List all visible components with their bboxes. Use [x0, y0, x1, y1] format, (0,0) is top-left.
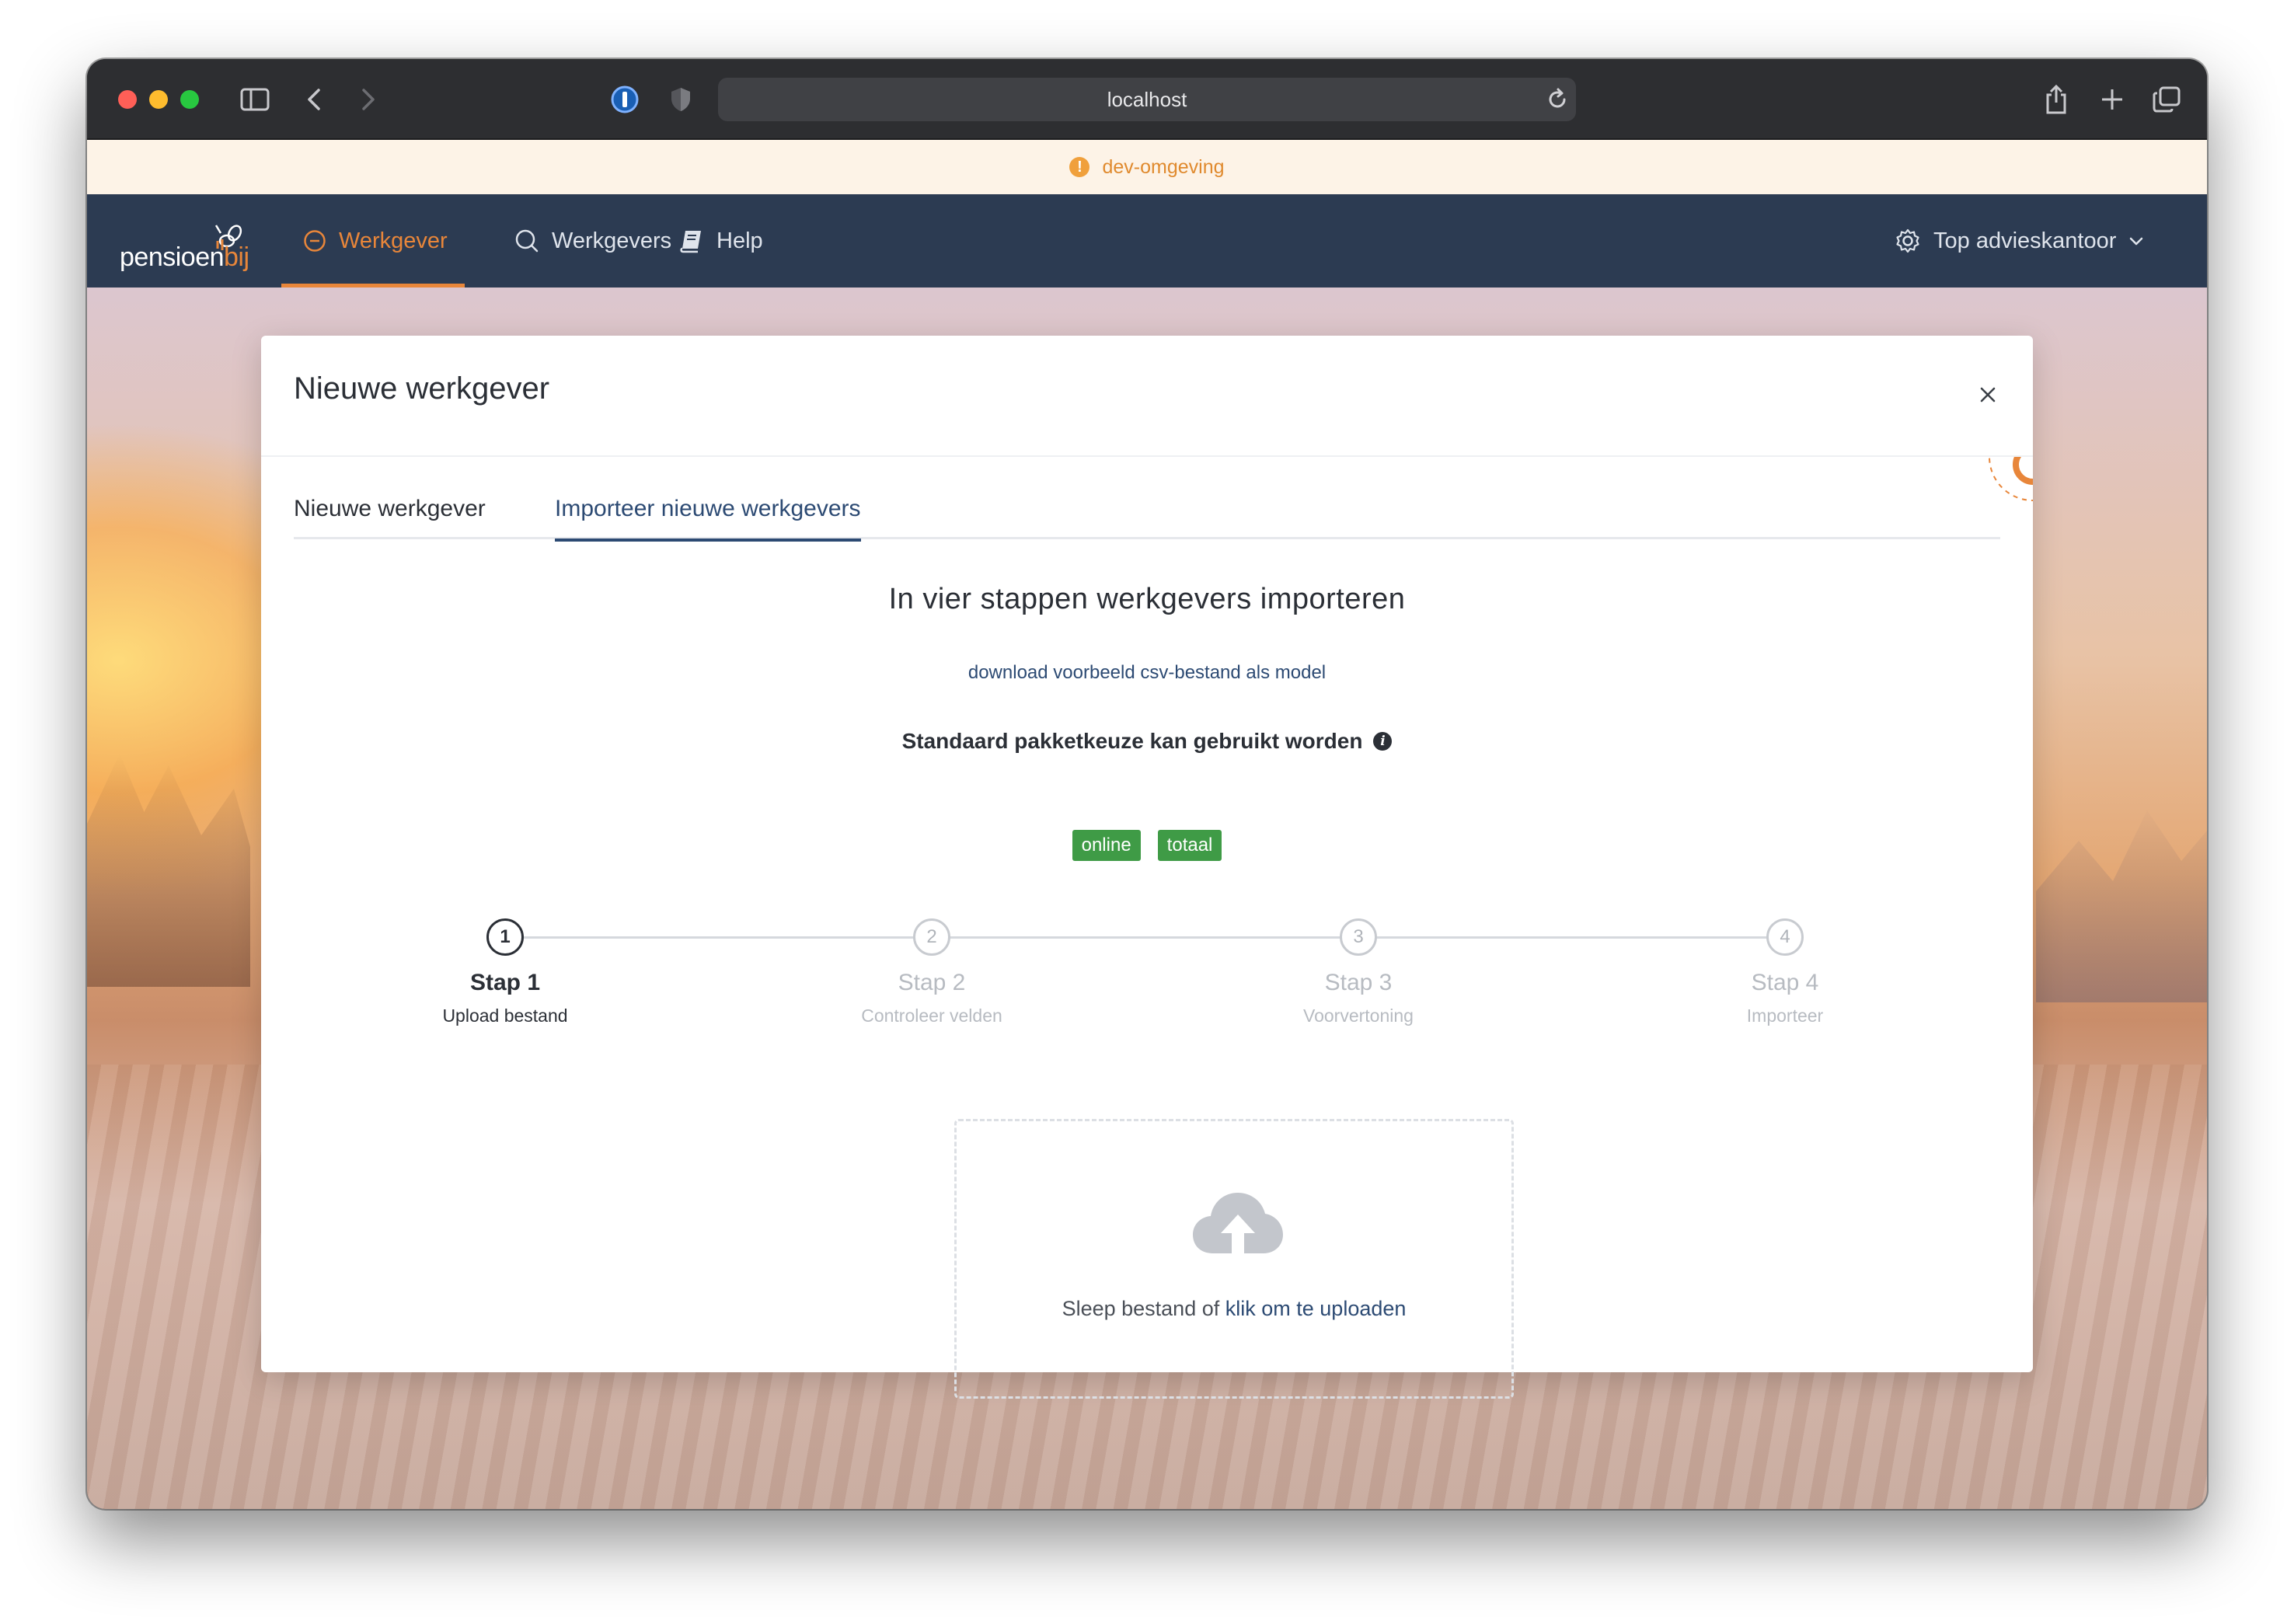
step-number: 3 [1340, 918, 1377, 956]
step-number: 4 [1766, 918, 1804, 956]
nav-item-werkgevers[interactable]: Werkgevers [514, 194, 671, 288]
step-1: 1 Stap 1 Upload bestand [389, 918, 622, 1026]
minus-circle-icon [304, 230, 326, 252]
share-icon[interactable] [2038, 81, 2075, 118]
logo-text: pensioenbij [120, 242, 249, 273]
tab-new-employer[interactable]: Nieuwe werkgever [294, 488, 486, 539]
tab-overview-icon[interactable] [2148, 81, 2185, 118]
close-icon [1980, 387, 1996, 403]
step-2: 2 Stap 2 Controleer velden [815, 918, 1048, 1026]
modal-title: Nieuwe werkgever [294, 371, 550, 406]
step-4: 4 Stap 4 Importeer [1668, 918, 1902, 1026]
modal-tabs: Nieuwe werkgever Importeer nieuwe werkge… [294, 488, 2000, 542]
dev-banner-text: dev-omgeving [1102, 155, 1225, 178]
cloud-upload-icon [1193, 1193, 1283, 1256]
modal-header: Nieuwe werkgever [261, 336, 2033, 457]
step-subtitle: Importeer [1746, 1005, 1824, 1026]
nav-item-label: Help [716, 228, 763, 253]
badge-online: online [1072, 830, 1141, 861]
step-number: 2 [913, 918, 950, 956]
import-stepper: 1 Stap 1 Upload bestand 2 Stap 2 Control… [261, 918, 2033, 1043]
step-subtitle: Voorvertoning [1303, 1005, 1414, 1026]
step-3: 3 Stap 3 Voorvertoning [1242, 918, 1475, 1026]
reload-icon[interactable] [1545, 87, 1570, 112]
password-manager-icon[interactable] [608, 81, 642, 118]
browser-toolbar: localhost [87, 59, 2207, 140]
nav-item-label: Werkgevers [552, 228, 672, 253]
background-trees-right [2036, 810, 2207, 1002]
browser-window: localhost ! dev-omgeving pensioenbij Wer… [87, 59, 2207, 1509]
app-navbar: pensioenbij Werkgever Werkgevers Help To… [87, 194, 2207, 288]
stepper-line [502, 936, 1783, 939]
nav-item-help[interactable]: Help [679, 194, 763, 288]
logo-main-text: pensioen [120, 242, 225, 272]
book-icon [680, 231, 701, 253]
url-text: localhost [1107, 87, 1187, 111]
search-icon [515, 229, 539, 253]
upload-dropzone[interactable]: Sleep bestand of klik om te uploaden [954, 1119, 1514, 1399]
chevron-down-icon [2130, 237, 2143, 246]
step-title: Stap 1 [469, 970, 541, 995]
privacy-shield-icon[interactable] [665, 81, 696, 118]
account-menu[interactable]: Top advieskantoor [1895, 194, 2144, 288]
dev-environment-banner: ! dev-omgeving [87, 140, 2207, 194]
logo-accent-text: bij [224, 242, 249, 272]
download-example-csv-link[interactable]: download voorbeeld csv-bestand als model [261, 662, 2033, 684]
package-badges: online totaal [261, 830, 2033, 861]
gear-icon [1896, 228, 1919, 253]
step-title: Stap 2 [898, 970, 966, 995]
close-modal-button[interactable] [1975, 382, 2000, 407]
standard-package-text: Standaard pakketkeuze kan gebruikt worde… [901, 729, 1363, 753]
warning-icon: ! [1069, 157, 1090, 177]
standard-package-label: Standaard pakketkeuze kan gebruikt worde… [261, 729, 2033, 754]
sidebar-icon[interactable] [236, 81, 274, 118]
click-to-upload-link[interactable]: klik om te uploaden [1225, 1297, 1407, 1320]
forward-icon[interactable] [353, 81, 384, 118]
background-trees-left [87, 754, 250, 987]
close-window-button[interactable] [118, 90, 137, 109]
nav-item-werkgever[interactable]: Werkgever [281, 194, 465, 288]
step-title: Stap 3 [1324, 970, 1393, 995]
new-tab-icon[interactable] [2094, 81, 2131, 118]
upload-drag-text: Sleep bestand of [1062, 1297, 1220, 1320]
address-bar[interactable]: localhost [718, 78, 1576, 121]
step-subtitle: Upload bestand [442, 1005, 568, 1026]
info-icon[interactable]: i [1373, 732, 1393, 751]
step-number: 1 [486, 918, 524, 956]
badge-totaal: totaal [1157, 830, 1222, 861]
maximize-window-button[interactable] [180, 90, 199, 109]
minimize-window-button[interactable] [149, 90, 168, 109]
account-name: Top advieskantoor [1933, 228, 2117, 253]
back-icon[interactable] [298, 81, 329, 118]
nav-item-label: Werkgever [339, 228, 448, 253]
new-employer-modal: Nieuwe werkgever Nieuwe werkgever Import… [261, 336, 2033, 1399]
step-title: Stap 4 [1751, 970, 1819, 995]
import-headline: In vier stappen werkgevers importeren [888, 583, 1406, 615]
step-subtitle: Controleer velden [861, 1005, 1002, 1026]
upload-instructions: Sleep bestand of klik om te uploaden [957, 1297, 1511, 1321]
tab-import-employers[interactable]: Importeer nieuwe werkgevers [555, 488, 861, 542]
